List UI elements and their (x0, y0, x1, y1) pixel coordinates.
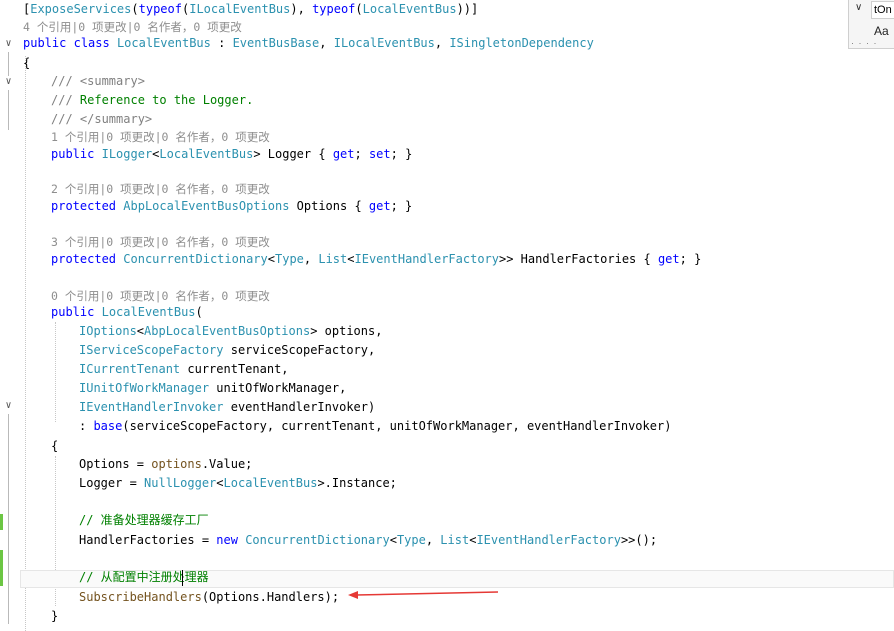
annotation-arrow (355, 591, 499, 596)
chevron-down-icon[interactable]: ∨ (855, 2, 867, 14)
find-input[interactable]: tOn (871, 1, 894, 19)
annotation-overlay (348, 591, 499, 599)
code-editor[interactable]: ∨ ∨ ∨ [ExposeServices(typeof(ILocalEvent… (0, 0, 894, 631)
annotation-arrowhead (348, 591, 358, 599)
grip-dots-icon: · · · · (851, 38, 878, 48)
match-case-toggle[interactable]: Aa (874, 24, 889, 38)
find-widget: ∨ tOn Aa · · · · (848, 0, 894, 49)
